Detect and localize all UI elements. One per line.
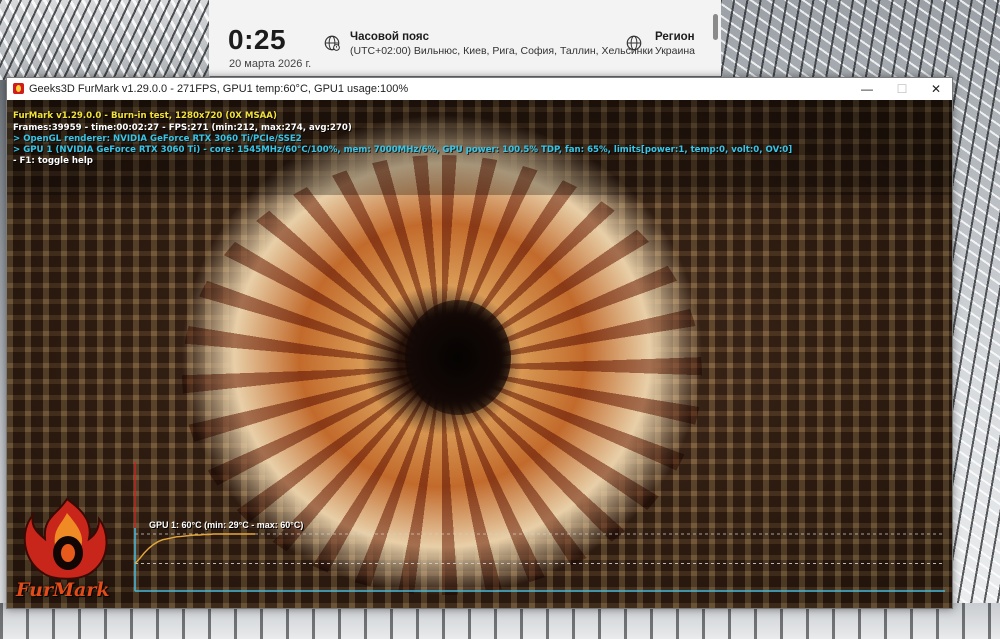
clock-region-panel: 0:25 20 марта 2026 г. Часовой пояс (UTC+… [209, 0, 721, 76]
temperature-graph-title: GPU 1: 60°C (min: 29°C - max: 60°C) [149, 520, 304, 530]
gpu-temperature-graph: GPU 1: 60°C (min: 29°C - max: 60°C) [133, 462, 948, 595]
region-value: Украина [655, 45, 695, 57]
furmark-window[interactable]: Geeks3D FurMark v1.29.0.0 - 271FPS, GPU1… [6, 77, 953, 609]
close-button[interactable]: ✕ [919, 78, 952, 100]
clock-date: 20 марта 2026 г. [229, 58, 312, 70]
hud-gpu-line: > GPU 1 (NVIDIA GeForce RTX 3060 Ti) - c… [13, 145, 793, 155]
background-left [0, 0, 210, 80]
furmark-flame-icon [23, 497, 108, 580]
hud-frames-line: Frames:39959 - time:00:02:27 - FPS:271 (… [13, 123, 352, 133]
hud-help-line: - F1: toggle help [13, 156, 93, 166]
timezone-globe-icon [324, 35, 340, 51]
window-titlebar[interactable]: Geeks3D FurMark v1.29.0.0 - 271FPS, GPU1… [7, 78, 952, 100]
panel-scrollbar[interactable] [713, 14, 718, 40]
render-viewport[interactable]: FurMark v1.29.0.0 - Burn-in test, 1280x7… [7, 100, 952, 608]
furmark-logo: FurMark [13, 495, 121, 605]
furmark-app-icon [13, 83, 24, 94]
minimize-button[interactable]: — [850, 78, 884, 100]
maximize-button[interactable]: ☐ [885, 78, 919, 100]
hud-title-line: FurMark v1.29.0.0 - Burn-in test, 1280x7… [13, 111, 277, 121]
region-title: Регион [655, 31, 695, 43]
hud-renderer-line: > OpenGL renderer: NVIDIA GeForce RTX 30… [13, 134, 302, 144]
furmark-logo-text: FurMark [16, 579, 110, 601]
region-globe-icon [626, 35, 642, 51]
clock-time: 0:25 [228, 24, 287, 55]
graph-temperature-series [134, 533, 255, 564]
fur-eye-pupil [405, 300, 511, 415]
hud-overlay: FurMark v1.29.0.0 - Burn-in test, 1280x7… [7, 100, 952, 195]
timezone-value: (UTC+02:00) Вильнюс, Киев, Рига, София, … [350, 45, 653, 57]
timezone-title: Часовой пояс [350, 31, 430, 43]
window-title: Geeks3D FurMark v1.29.0.0 - 271FPS, GPU1… [29, 83, 409, 95]
